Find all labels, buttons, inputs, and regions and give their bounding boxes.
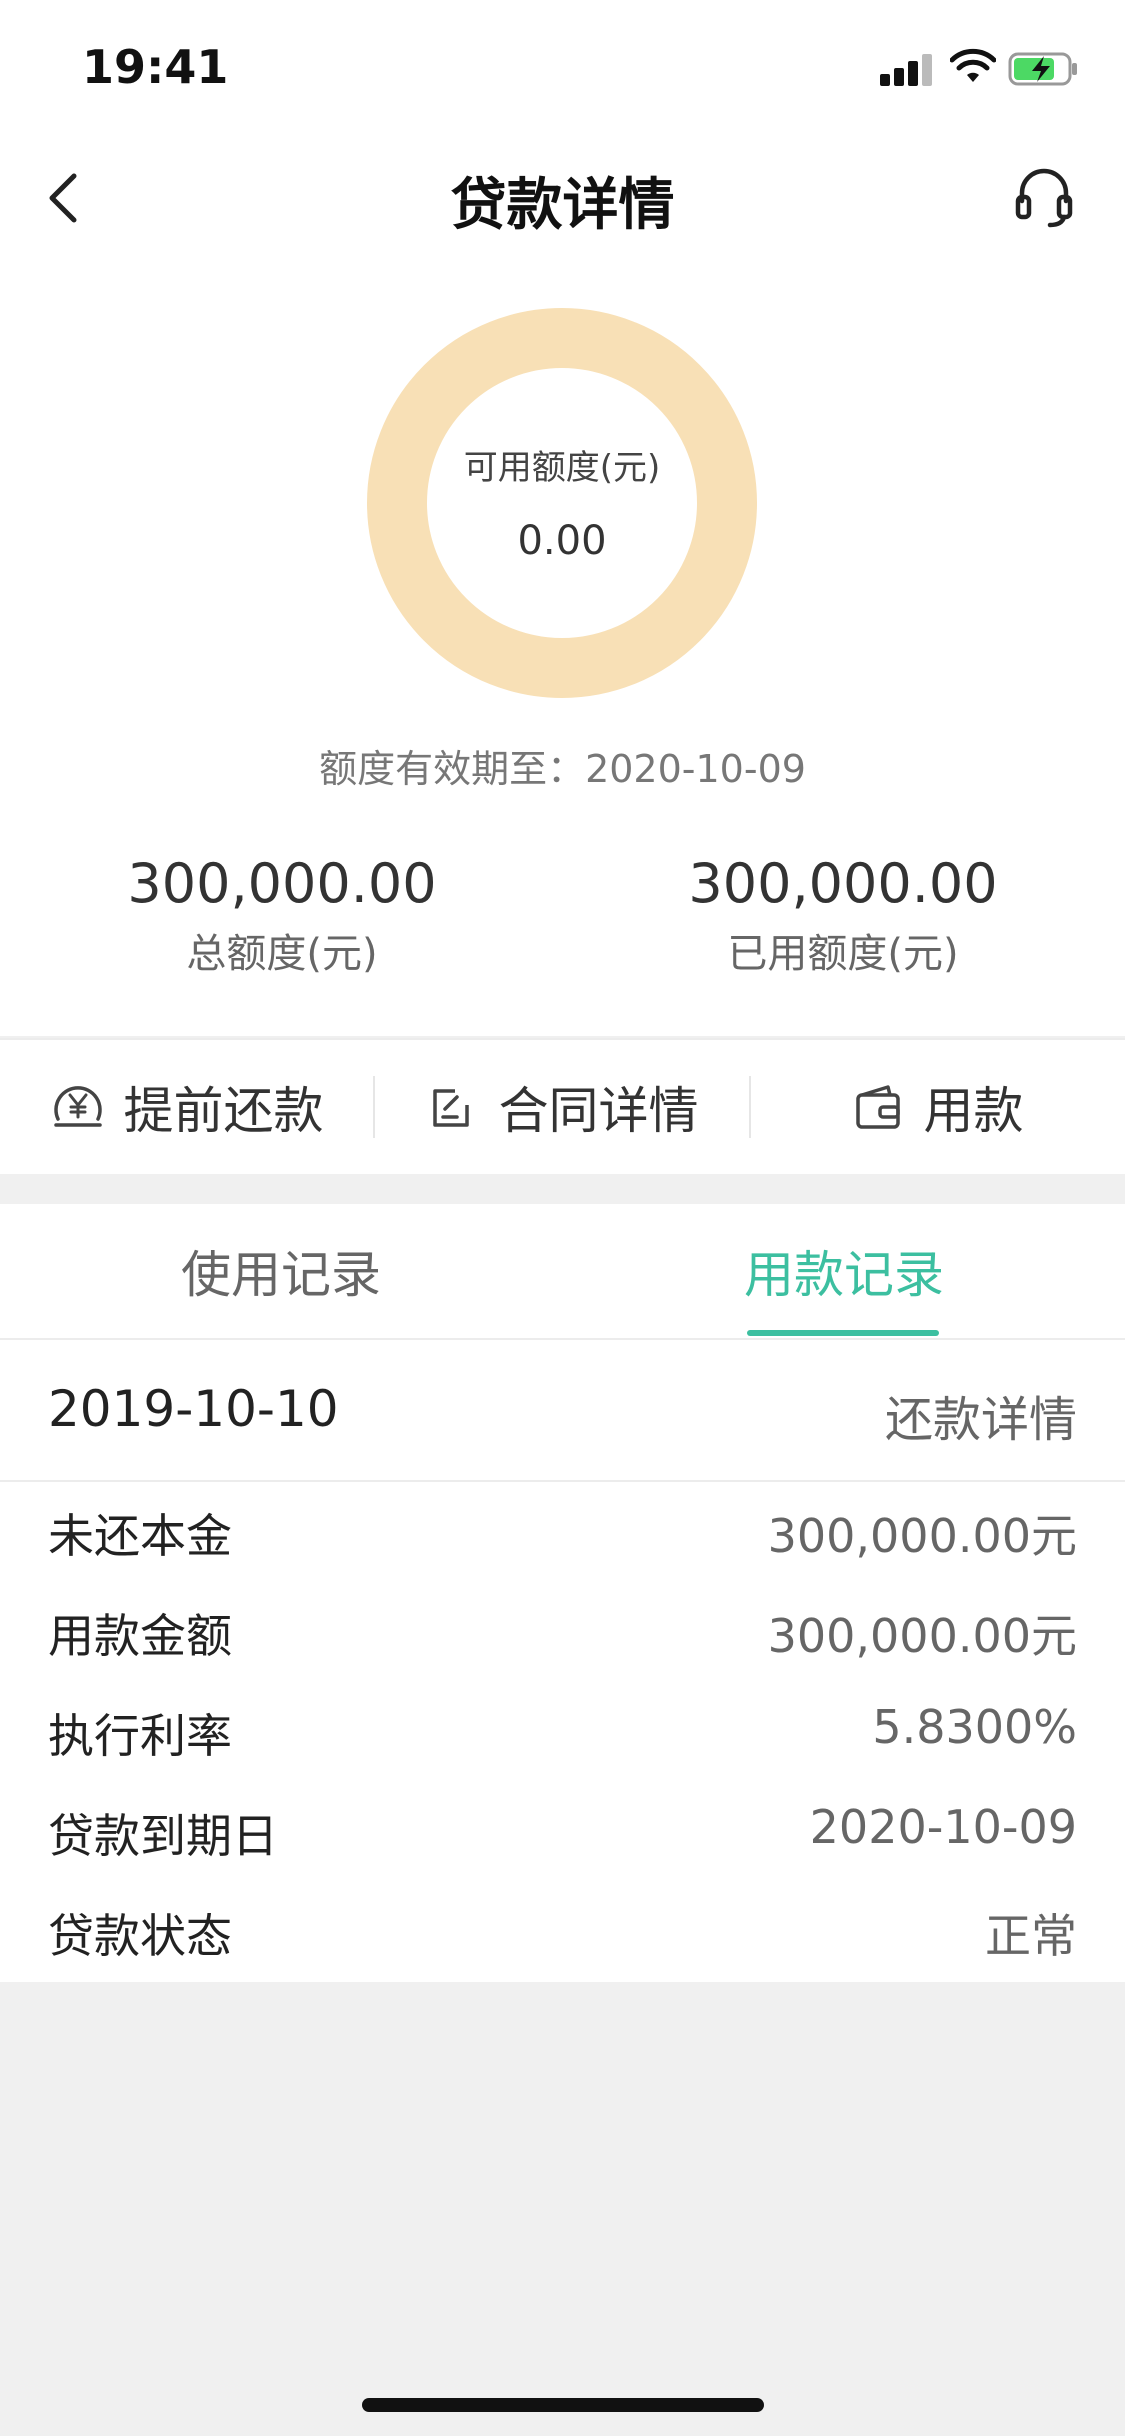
drawdown-amount-label: 用款金额 [48,1609,232,1663]
status-time: 19:41 [82,40,229,94]
credit-validity-date: 额度有效期至：2020-10-09 [319,747,806,791]
wallet-icon [855,1085,900,1129]
contract-details-button[interactable]: 合同详情 [375,1040,750,1174]
action-divider [749,1076,751,1138]
drawdown-amount-value: 300,000.00元 [767,1609,1077,1663]
repayment-details-link[interactable]: 还款详情 [885,1380,1077,1450]
used-credit-label: 已用额度(元) [727,931,959,977]
tab-usage-records[interactable]: 使用记录 [0,1204,562,1338]
total-credit: 300,000.00 总额度(元) [42,852,522,979]
maturity-date-label: 贷款到期日 [48,1809,278,1863]
maturity-date-value: 2020-10-09 [809,1800,1077,1854]
total-credit-value: 300,000.00 [127,852,437,915]
action-bar: 提前还款 合同详情 用款 [0,1038,1125,1174]
available-credit-label: 可用额度(元) [463,448,661,488]
credit-usage-ring [367,308,757,698]
draw-funds-button[interactable]: 用款 [750,1040,1125,1174]
headset-support-icon[interactable] [1014,165,1074,229]
wifi-icon [950,48,996,82]
tab-drawdown-records[interactable]: 用款记录 [563,1204,1125,1338]
available-credit-value: 0.00 [517,518,607,564]
edit-document-icon [432,1089,469,1127]
record-date: 2019-10-10 [48,1380,339,1438]
action-divider [373,1076,375,1138]
used-credit: 300,000.00 已用额度(元) [603,852,1083,979]
cellular-signal-icon [880,52,934,86]
battery-charging-icon [1008,52,1077,86]
active-tab-indicator [747,1330,939,1336]
draw-funds-label: 用款 [923,1082,1024,1140]
prepay-button[interactable]: 提前还款 [0,1040,375,1174]
page-title: 贷款详情 [450,173,675,238]
loan-status-label: 贷款状态 [48,1909,232,1963]
outstanding-principal-value: 300,000.00元 [767,1509,1077,1563]
record-tabs: 使用记录 用款记录 [0,1204,1125,1341]
home-indicator [362,2398,764,2412]
used-credit-value: 300,000.00 [688,852,998,915]
ring-track [367,308,757,698]
interest-rate-value: 5.8300% [872,1700,1077,1754]
contract-details-label: 合同详情 [498,1082,699,1140]
prepay-label: 提前还款 [123,1082,324,1140]
outstanding-principal-label: 未还本金 [48,1509,232,1563]
yuan-coin-icon [53,1086,102,1127]
total-credit-label: 总额度(元) [186,931,378,977]
interest-rate-label: 执行利率 [48,1709,232,1763]
loan-status-value: 正常 [985,1909,1077,1963]
